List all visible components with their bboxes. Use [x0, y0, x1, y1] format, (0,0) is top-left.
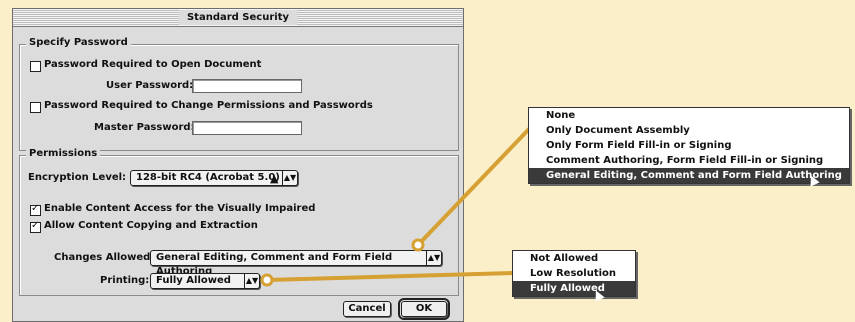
- changes-menu-item[interactable]: General Editing, Comment and Form Field …: [529, 168, 849, 183]
- printing-menu-item[interactable]: Not Allowed: [513, 251, 635, 266]
- changes-callout-line: [416, 126, 532, 247]
- printing-menu-item[interactable]: Fully Allowed: [513, 281, 635, 296]
- changes-menu-item[interactable]: Only Document Assembly: [529, 123, 849, 138]
- changes-callout-dot: [411, 238, 425, 252]
- changes-menu-item[interactable]: Only Form Field Fill-in or Signing: [529, 138, 849, 153]
- printing-menu: Not Allowed Low Resolution Fully Allowed: [512, 250, 636, 297]
- printing-menu-item[interactable]: Low Resolution: [513, 266, 635, 281]
- changes-allowed-menu: None Only Document Assembly Only Form Fi…: [528, 107, 850, 184]
- printing-callout-dot: [260, 273, 274, 287]
- changes-menu-item[interactable]: None: [529, 108, 849, 123]
- printing-callout-line: [266, 271, 513, 282]
- changes-menu-item[interactable]: Comment Authoring, Form Field Fill-in or…: [529, 153, 849, 168]
